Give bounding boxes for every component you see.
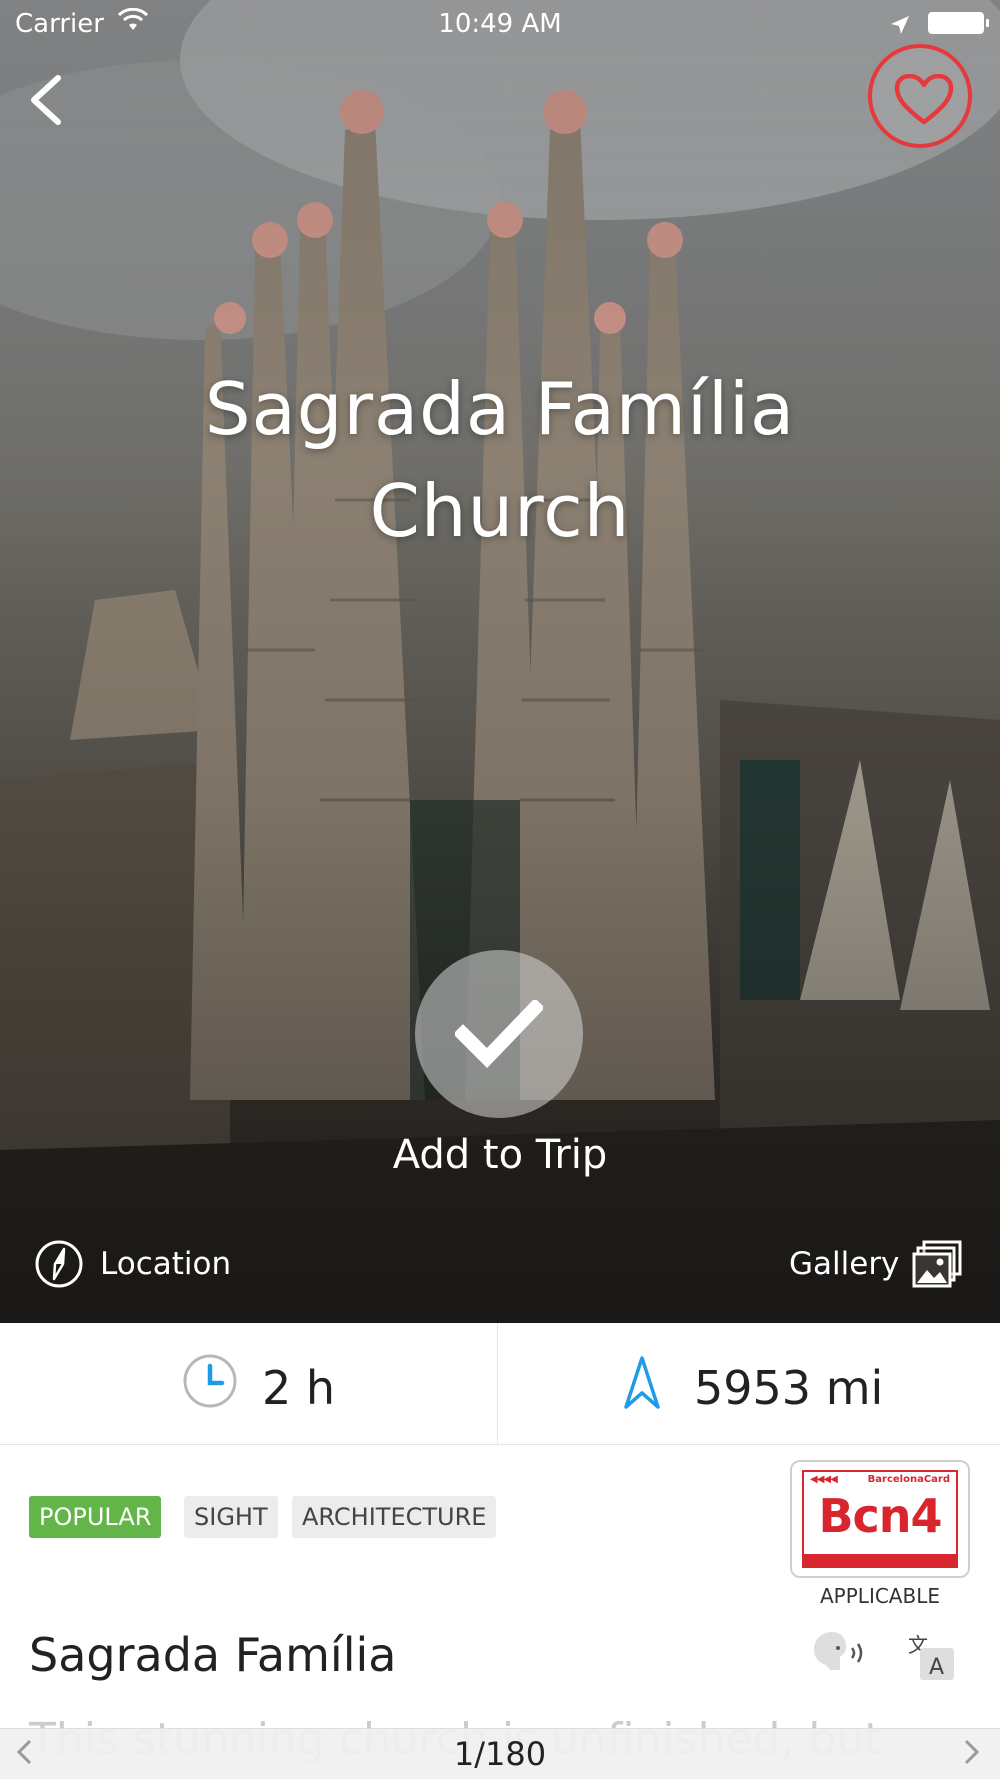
distance-value: 5953 mi bbox=[694, 1361, 884, 1415]
card-footer-strip bbox=[804, 1554, 956, 1566]
tag-sight[interactable]: SIGHT bbox=[184, 1496, 278, 1538]
back-button[interactable] bbox=[22, 70, 72, 130]
gallery-icon bbox=[912, 1238, 964, 1298]
status-bar: Carrier 10:49 AM bbox=[0, 0, 1000, 50]
speak-button[interactable] bbox=[810, 1628, 872, 1678]
chevron-left-icon bbox=[31, 75, 61, 125]
compass-icon bbox=[34, 1239, 84, 1297]
favorite-button[interactable] bbox=[868, 44, 972, 148]
heart-icon bbox=[894, 74, 954, 125]
tag-architecture[interactable]: ARCHITECTURE bbox=[292, 1496, 497, 1538]
speaker-icon bbox=[814, 1632, 863, 1670]
clock-icon bbox=[182, 1353, 238, 1413]
chevron-right-icon bbox=[964, 1739, 980, 1765]
svg-text:A: A bbox=[929, 1655, 944, 1680]
next-button[interactable] bbox=[962, 1737, 982, 1771]
card-name: Bcn4 bbox=[818, 1489, 942, 1543]
clock-time: 10:49 AM bbox=[438, 9, 562, 39]
tag-popular[interactable]: POPULAR bbox=[29, 1496, 162, 1538]
gallery-label: Gallery bbox=[789, 1246, 900, 1282]
battery-icon bbox=[928, 12, 989, 34]
stats-bar: 2 h 5953 mi bbox=[0, 1323, 1000, 1445]
card-arrows: ◀◀◀◀ bbox=[810, 1474, 838, 1485]
location-label: Location bbox=[100, 1246, 232, 1282]
add-to-trip-label: Add to Trip bbox=[392, 1132, 608, 1178]
translate-button[interactable]: 文 A bbox=[900, 1628, 956, 1682]
stats-divider bbox=[497, 1323, 498, 1444]
barcelona-card-badge[interactable]: ◀◀◀◀ BarcelonaCard Bcn4 bbox=[790, 1460, 970, 1578]
place-name: Sagrada Família bbox=[29, 1628, 397, 1682]
card-logo: ◀◀◀◀ BarcelonaCard Bcn4 bbox=[802, 1470, 958, 1568]
card-status: APPLICABLE bbox=[820, 1584, 940, 1608]
page-title: Sagrada Família Church bbox=[204, 367, 796, 553]
add-to-trip-button[interactable] bbox=[415, 950, 583, 1118]
translate-icon: 文 A bbox=[902, 1630, 954, 1680]
hero-shade bbox=[0, 0, 1000, 1323]
navigation-arrow-icon bbox=[622, 1355, 662, 1415]
checkmark-icon bbox=[455, 1000, 543, 1068]
pager-bar: 1/180 bbox=[0, 1728, 1000, 1779]
gallery-button[interactable]: Gallery bbox=[780, 1238, 970, 1290]
page-counter: 1/180 bbox=[453, 1735, 547, 1773]
location-services-icon bbox=[890, 12, 910, 42]
card-brand: BarcelonaCard bbox=[867, 1474, 950, 1485]
duration-value: 2 h bbox=[262, 1361, 336, 1415]
hero-image bbox=[0, 0, 1000, 1323]
